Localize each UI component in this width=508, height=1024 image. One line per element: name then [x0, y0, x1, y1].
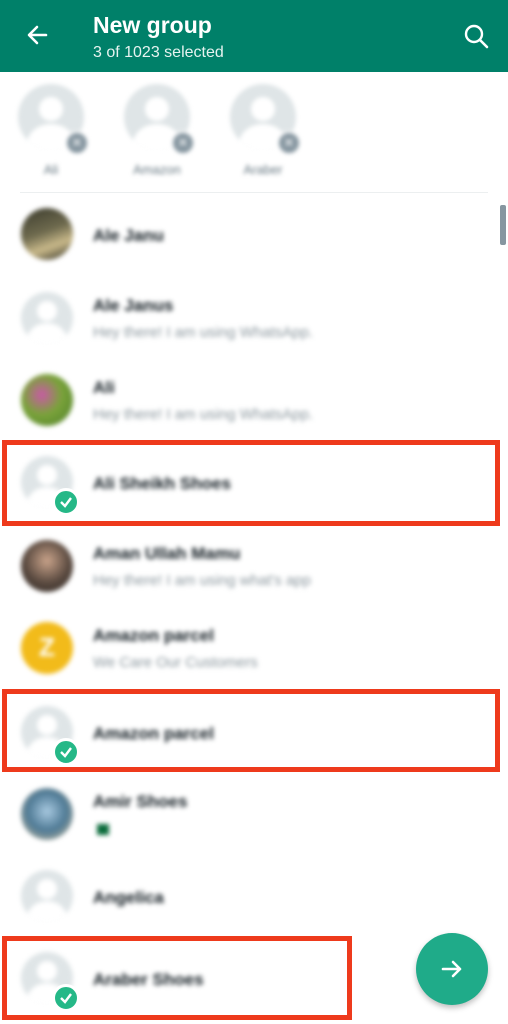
- highlight-box: [2, 689, 500, 772]
- remove-icon[interactable]: ✕: [65, 131, 89, 155]
- selection-count: 3 of 1023 selected: [93, 44, 224, 61]
- page-title: New group: [93, 12, 212, 38]
- selected-chip[interactable]: ✕ Ali: [18, 84, 108, 184]
- remove-icon[interactable]: ✕: [171, 131, 195, 155]
- contact-status: We Care Our Customers: [93, 654, 258, 671]
- avatar: [21, 208, 73, 260]
- contact-status: Hey there! I am using WhatsApp.: [93, 324, 314, 341]
- app-bar: New group 3 of 1023 selected: [0, 0, 508, 72]
- next-button[interactable]: [416, 933, 488, 1005]
- contact-name: Ale Janu: [93, 226, 164, 245]
- avatar: [21, 788, 73, 840]
- selected-chip-label: Ali: [43, 162, 59, 177]
- highlight-box: [2, 936, 352, 1020]
- contact-name: Angelica: [93, 888, 164, 907]
- contact-name: Amir Shoes: [93, 792, 188, 811]
- contact-name: Ale Janus: [93, 296, 174, 315]
- contact-row[interactable]: Aman Ullah Mamu Hey there! I am using wh…: [0, 530, 508, 610]
- contact-row[interactable]: Ali Hey there! I am using WhatsApp.: [0, 364, 508, 444]
- divider: [20, 192, 488, 193]
- contact-status: Hey there! I am using what's app: [93, 572, 311, 589]
- remove-icon[interactable]: ✕: [277, 131, 301, 155]
- contact-status: Hey there! I am using WhatsApp.: [93, 406, 314, 423]
- contact-status: [93, 820, 109, 839]
- contact-name: Amazon parcel: [93, 626, 214, 645]
- arrow-right-icon: [441, 960, 462, 978]
- avatar-letter: Z: [39, 632, 55, 662]
- selected-chip[interactable]: ✕ Amazon: [124, 84, 214, 184]
- contact-name: Ali: [93, 378, 115, 397]
- contact-row[interactable]: Ale Janu: [0, 198, 508, 278]
- highlight-box: [2, 440, 500, 526]
- avatar: [21, 870, 73, 922]
- contact-name: Aman Ullah Mamu: [93, 544, 241, 563]
- avatar: Z: [21, 622, 73, 674]
- avatar: [21, 292, 73, 344]
- contact-row[interactable]: Angelica: [0, 860, 508, 940]
- avatar: [21, 540, 73, 592]
- avatar: [21, 374, 73, 426]
- selected-chip-label: Amazon: [133, 162, 181, 177]
- flag-icon: [93, 824, 109, 835]
- contact-row[interactable]: Ale Janus Hey there! I am using WhatsApp…: [0, 282, 508, 362]
- back-arrow-icon[interactable]: [18, 16, 58, 56]
- contact-row[interactable]: Amir Shoes: [0, 778, 508, 858]
- search-icon[interactable]: [458, 18, 498, 58]
- selected-contacts-strip: ✕ Ali ✕ Amazon ✕ Araber: [0, 72, 508, 190]
- contact-row[interactable]: Z Amazon parcel We Care Our Customers: [0, 612, 508, 692]
- selected-chip-label: Araber: [243, 162, 283, 177]
- selected-chip[interactable]: ✕ Araber: [230, 84, 320, 184]
